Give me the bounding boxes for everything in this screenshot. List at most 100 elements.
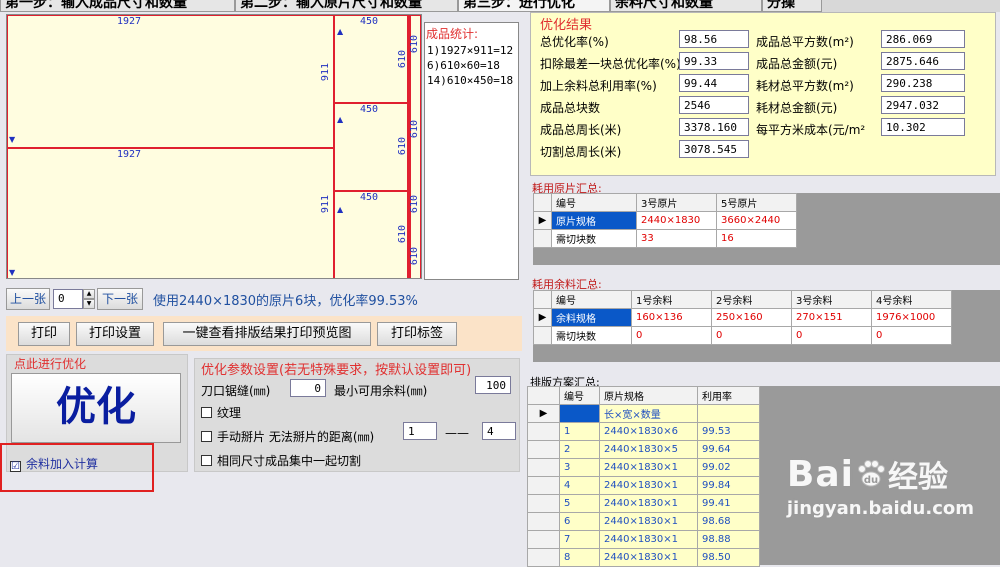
next-sheet-button[interactable]: 下一张 — [97, 288, 143, 310]
table-cell[interactable]: 2440×1830×1 — [599, 476, 698, 495]
result-value[interactable]: 2947.032 — [881, 96, 965, 114]
tab-step1[interactable]: 第一步：输入成品尺寸和数量 — [0, 0, 235, 12]
kerf-input[interactable]: 0 — [290, 379, 326, 397]
result-value[interactable]: 98.56 — [679, 30, 749, 48]
result-value[interactable]: 2875.646 — [881, 52, 965, 70]
table-cell[interactable]: 6 — [559, 512, 600, 531]
result-value[interactable]: 2546 — [679, 96, 749, 114]
spin-down-icon[interactable]: ▼ — [83, 299, 95, 309]
manual-break-option[interactable]: 手动掰片 无法掰片的距离(㎜) — [201, 428, 374, 445]
table-cell[interactable]: 2440×1830×5 — [599, 440, 698, 459]
table-cell[interactable]: 1976×1000 — [871, 308, 952, 327]
same-size-option[interactable]: 相同尺寸成品集中一起切割 — [201, 452, 361, 469]
column-header[interactable]: 编号 — [551, 193, 637, 212]
table-cell[interactable]: 3660×2440 — [716, 211, 797, 230]
column-header[interactable]: 编号 — [559, 386, 600, 405]
table-row[interactable]: 8 2440×1830×1 98.50 — [527, 548, 760, 567]
table-cell[interactable] — [559, 404, 600, 423]
optimize-button[interactable]: 优化 — [11, 373, 181, 443]
tab-step2[interactable]: 第二步：输入原片尺寸和数量 — [235, 0, 458, 12]
table-cell[interactable] — [697, 404, 760, 423]
result-value[interactable]: 3078.545 — [679, 140, 749, 158]
table-cell[interactable]: 98.68 — [697, 512, 760, 531]
table-cell[interactable]: 99.41 — [697, 494, 760, 513]
table-cell[interactable]: 2440×1830 — [636, 211, 717, 230]
column-header[interactable]: 3号原片 — [636, 193, 717, 212]
prev-sheet-button[interactable]: 上一张 — [6, 288, 50, 310]
table-cell[interactable]: 4 — [559, 476, 600, 495]
plans-subheader[interactable]: 长×宽×数量 — [599, 404, 698, 423]
table-cell[interactable]: 0 — [871, 326, 952, 345]
column-header[interactable]: 2号余料 — [711, 290, 792, 309]
table-cell[interactable]: 0 — [631, 326, 712, 345]
column-header[interactable]: 3号余料 — [791, 290, 872, 309]
column-header[interactable]: 原片规格 — [599, 386, 698, 405]
column-header[interactable]: 1号余料 — [631, 290, 712, 309]
table-row[interactable]: 6 2440×1830×1 98.68 — [527, 512, 760, 531]
table-row[interactable]: 5 2440×1830×1 99.41 — [527, 494, 760, 513]
column-header[interactable]: 编号 — [551, 290, 632, 309]
table-cell[interactable]: 2 — [559, 440, 600, 459]
print-preview-button[interactable]: 一键查看排版结果打印预览图 — [163, 322, 371, 346]
table-cell[interactable]: 2440×1830×1 — [599, 458, 698, 477]
table-cell[interactable]: 250×160 — [711, 308, 792, 327]
table-row[interactable]: 1 2440×1830×6 99.53 — [527, 422, 760, 441]
tab-other[interactable]: 分操 — [762, 0, 822, 12]
table-cell[interactable]: 33 — [636, 229, 717, 248]
print-button[interactable]: 打印 — [18, 322, 70, 346]
remnant-spec-label[interactable]: 余料规格 — [551, 308, 632, 327]
remnant-count-label[interactable]: 需切块数 — [551, 326, 632, 345]
cutting-preview[interactable]: 1927 1927 450 450 450 911 911 610 610 61… — [6, 14, 422, 279]
table-cell[interactable]: 2440×1830×1 — [599, 548, 698, 567]
table-cell[interactable]: 99.53 — [697, 422, 760, 441]
page-number-input[interactable]: 0 — [53, 289, 83, 309]
result-value[interactable]: 99.33 — [679, 52, 749, 70]
manual-break-from-input[interactable]: 1 — [403, 422, 437, 440]
manual-break-to-input[interactable]: 4 — [482, 422, 516, 440]
table-cell[interactable]: 16 — [716, 229, 797, 248]
result-value[interactable]: 3378.160 — [679, 118, 749, 136]
column-header[interactable]: 利用率 — [697, 386, 760, 405]
result-value[interactable]: 290.238 — [881, 74, 965, 92]
table-cell[interactable]: 2440×1830×1 — [599, 494, 698, 513]
table-row[interactable]: 7 2440×1830×1 98.88 — [527, 530, 760, 549]
manual-break-checkbox[interactable] — [201, 431, 212, 442]
table-cell[interactable]: 98.50 — [697, 548, 760, 567]
tab-remnant[interactable]: 余料尺寸和数量 — [610, 0, 762, 12]
min-remnant-input[interactable]: 100 — [475, 376, 511, 394]
table-row[interactable]: 3 2440×1830×1 99.02 — [527, 458, 760, 477]
result-value[interactable]: 99.44 — [679, 74, 749, 92]
grain-checkbox[interactable] — [201, 407, 212, 418]
same-size-checkbox[interactable] — [201, 455, 212, 466]
table-cell[interactable]: 2440×1830×1 — [599, 512, 698, 531]
column-header[interactable]: 5号原片 — [716, 193, 797, 212]
print-settings-button[interactable]: 打印设置 — [76, 322, 154, 346]
table-cell[interactable]: 99.84 — [697, 476, 760, 495]
sheet-count-label[interactable]: 需切块数 — [551, 229, 637, 248]
result-value[interactable]: 286.069 — [881, 30, 965, 48]
result-value[interactable]: 10.302 — [881, 118, 965, 136]
table-cell[interactable]: 99.64 — [697, 440, 760, 459]
spin-up-icon[interactable]: ▲ — [83, 289, 95, 299]
column-header[interactable]: 4号余料 — [871, 290, 952, 309]
sheet-spec-label[interactable]: 原片规格 — [551, 211, 637, 230]
table-cell[interactable]: 2440×1830×6 — [599, 422, 698, 441]
table-cell[interactable]: 0 — [711, 326, 792, 345]
table-cell[interactable]: 8 — [559, 548, 600, 567]
grain-option[interactable]: 纹理 — [201, 404, 241, 421]
table-cell[interactable]: 160×136 — [631, 308, 712, 327]
table-cell[interactable]: 99.02 — [697, 458, 760, 477]
table-row[interactable]: 4 2440×1830×1 99.84 — [527, 476, 760, 495]
product-stats-list[interactable]: 1)1927×911=12 6)610×60=18 14)610×450=18 — [424, 22, 519, 280]
table-row[interactable]: 2 2440×1830×5 99.64 — [527, 440, 760, 459]
table-cell[interactable]: 0 — [791, 326, 872, 345]
table-cell[interactable]: 3 — [559, 458, 600, 477]
table-cell[interactable]: 98.88 — [697, 530, 760, 549]
print-label-button[interactable]: 打印标签 — [377, 322, 457, 346]
table-cell[interactable]: 2440×1830×1 — [599, 530, 698, 549]
table-cell[interactable]: 7 — [559, 530, 600, 549]
table-cell[interactable]: 270×151 — [791, 308, 872, 327]
table-cell[interactable]: 5 — [559, 494, 600, 513]
tab-step3[interactable]: 第三步：进行优化 — [458, 0, 610, 12]
table-cell[interactable]: 1 — [559, 422, 600, 441]
